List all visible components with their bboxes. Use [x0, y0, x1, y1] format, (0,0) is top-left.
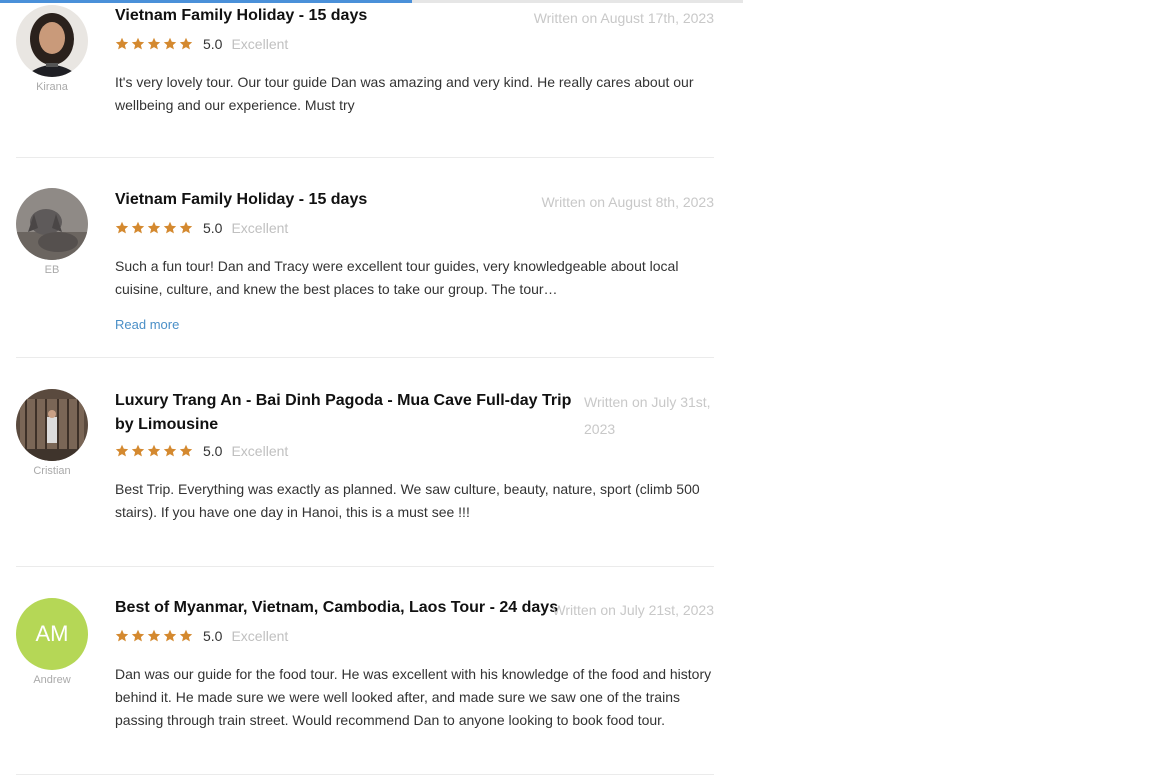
reviewer-block: Cristian — [16, 389, 88, 477]
review-text: Dan was our guide for the food tour. He … — [115, 666, 712, 728]
reviewer-name: EB — [44, 264, 60, 276]
star-rating — [115, 444, 193, 458]
rating-score: 5.0 — [203, 220, 223, 236]
review-text: Such a fun tour! Dan and Tracy were exce… — [115, 258, 679, 297]
rating-row: 5.0 Excellent — [115, 218, 714, 238]
review-item: Cristian Luxury Trang An - Bai Dinh Pago… — [16, 358, 714, 567]
star-icon — [179, 37, 193, 50]
review-date: Written on August 8th, 2023 — [541, 194, 714, 210]
reviewer-avatar — [16, 389, 88, 461]
rating-label: Excellent — [231, 443, 289, 459]
reviewer-avatar — [16, 5, 88, 77]
star-icon — [179, 629, 193, 642]
rating-score: 5.0 — [203, 628, 223, 644]
star-icon — [147, 221, 161, 234]
star-icon — [163, 629, 177, 642]
review-date: Written on August 17th, 2023 — [533, 10, 714, 26]
star-icon — [179, 221, 193, 234]
rating-row: 5.0 Excellent — [115, 441, 714, 461]
star-icon — [163, 37, 177, 50]
star-icon — [131, 444, 145, 457]
rating-row: 5.0 Excellent — [115, 34, 714, 54]
star-icon — [131, 37, 145, 50]
star-rating — [115, 37, 193, 51]
star-icon — [115, 629, 129, 642]
rating-label: Excellent — [231, 220, 289, 236]
star-icon — [115, 221, 129, 234]
rating-label: Excellent — [231, 36, 289, 52]
star-icon — [115, 444, 129, 457]
review-tour-title[interactable]: Vietnam Family Holiday - 15 days — [115, 4, 367, 28]
star-icon — [163, 444, 177, 457]
star-icon — [147, 444, 161, 457]
star-rating — [115, 629, 193, 643]
review-text: It's very lovely tour. Our tour guide Da… — [115, 74, 694, 113]
star-icon — [147, 629, 161, 642]
reviewer-name: Andrew — [33, 674, 71, 686]
rating-label: Excellent — [231, 628, 289, 644]
star-icon — [147, 37, 161, 50]
star-icon — [163, 221, 177, 234]
review-item: EB Vietnam Family Holiday - 15 days Writ… — [16, 158, 714, 358]
reviewer-block: EB — [16, 188, 88, 276]
rating-score: 5.0 — [203, 36, 223, 52]
reviewer-avatar: AM — [16, 598, 88, 670]
reviewer-name: Cristian — [33, 465, 71, 477]
review-tour-title[interactable]: Vietnam Family Holiday - 15 days — [115, 188, 367, 212]
review-text: Best Trip. Everything was exactly as pla… — [115, 481, 700, 520]
review-tour-title[interactable]: Best of Myanmar, Vietnam, Cambodia, Laos… — [115, 596, 558, 620]
review-list: Kirana Vietnam Family Holiday - 15 days … — [16, 0, 714, 775]
review-date: Written on July 31st, 2023 — [584, 394, 711, 437]
read-more-link[interactable]: Read more — [115, 317, 179, 332]
star-icon — [115, 37, 129, 50]
reviewer-block: AM Andrew — [16, 598, 88, 686]
review-date: Written on July 21st, 2023 — [552, 602, 714, 618]
reviewer-block: Kirana — [16, 5, 88, 93]
review-tour-title[interactable]: Luxury Trang An - Bai Dinh Pagoda - Mua … — [115, 389, 578, 437]
review-item: Kirana Vietnam Family Holiday - 15 days … — [16, 0, 714, 158]
rating-score: 5.0 — [203, 443, 223, 459]
star-rating — [115, 221, 193, 235]
star-icon — [131, 221, 145, 234]
rating-row: 5.0 Excellent — [115, 626, 714, 646]
reviewer-name: Kirana — [36, 81, 68, 93]
star-icon — [179, 444, 193, 457]
review-item: AM Andrew Best of Myanmar, Vietnam, Camb… — [16, 567, 714, 775]
star-icon — [131, 629, 145, 642]
reviewer-avatar — [16, 188, 88, 260]
